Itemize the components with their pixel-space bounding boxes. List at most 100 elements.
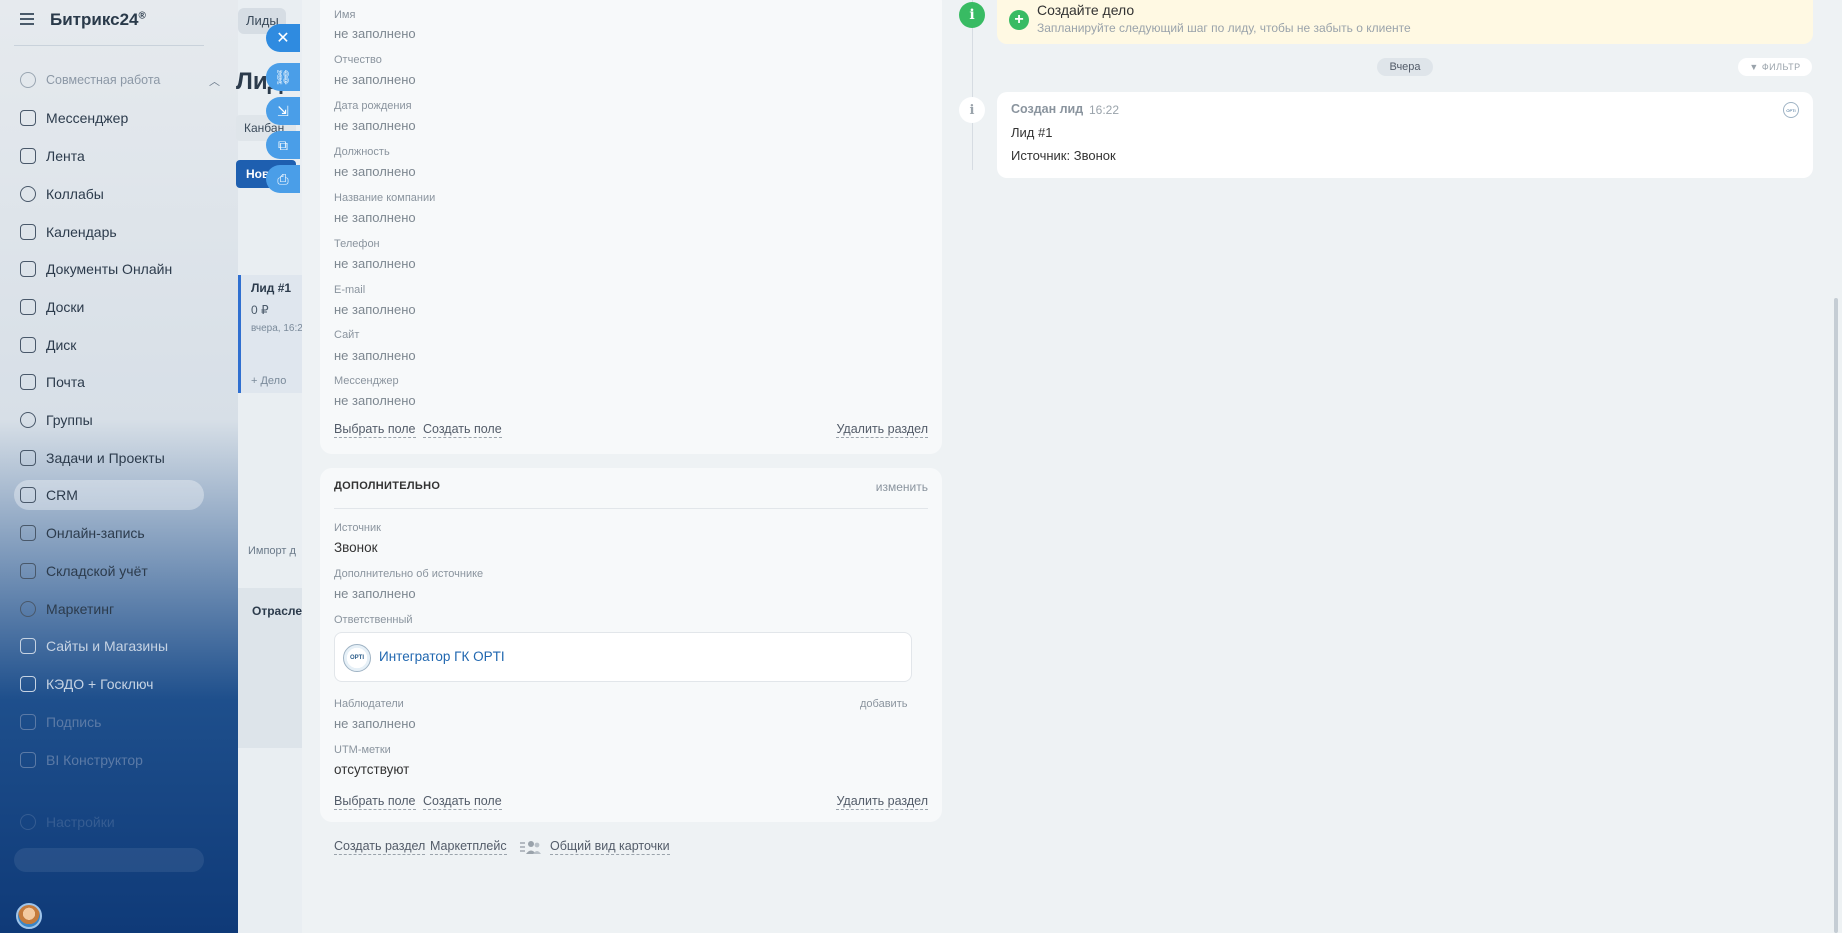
info-green-icon: i — [959, 2, 985, 28]
add-observer-link[interactable]: добавить — [860, 698, 907, 710]
sidebar-item-label: Онлайн-запись — [46, 525, 145, 541]
sidebar-item-feed[interactable]: Лента — [20, 144, 220, 168]
crm-icon — [20, 487, 36, 503]
sidebar-item-label: Коллабы — [46, 186, 104, 202]
sidebar-item-label: BI Конструктор — [46, 752, 143, 768]
field-value-patronymic[interactable]: не заполнено — [334, 72, 416, 87]
feed-icon — [20, 148, 36, 164]
section-edit-link[interactable]: изменить — [876, 480, 928, 494]
sidebar-item-settings[interactable]: Настройки — [20, 810, 220, 834]
sidebar-item-label: Подпись — [46, 714, 102, 730]
field-label-source: Источник — [334, 522, 381, 534]
timeline-filter-button[interactable]: ▼ ФИЛЬТР — [1738, 58, 1812, 76]
create-field-link[interactable]: Создать поле — [423, 794, 502, 810]
bg-industry-panel: Отрасле — [238, 588, 308, 748]
brand-name: Битрикс24 — [50, 10, 139, 29]
sidebar-item-mail[interactable]: Почта — [20, 370, 220, 394]
documents-icon — [20, 261, 36, 277]
field-value-site[interactable]: не заполнено — [334, 348, 416, 363]
responsible-name[interactable]: Интегратор ГК OPTI — [379, 649, 505, 664]
common-card-view-link[interactable]: Общий вид карточки — [550, 839, 670, 855]
field-label-position: Должность — [334, 146, 390, 158]
minimize-button[interactable]: ⇲ — [266, 97, 300, 125]
sidebar-item-label: Лента — [46, 148, 85, 164]
field-value-position[interactable]: не заполнено — [334, 164, 416, 179]
field-value-email[interactable]: не заполнено — [334, 302, 416, 317]
inventory-icon — [20, 563, 36, 579]
messenger-icon — [20, 110, 36, 126]
collabs-icon — [20, 186, 36, 202]
close-slider-button[interactable]: ✕ — [266, 24, 300, 52]
sidebar-item-disk[interactable]: Диск — [20, 333, 220, 357]
create-task-title[interactable]: Создайте дело — [1037, 2, 1134, 18]
field-value-birthdate[interactable]: не заполнено — [334, 118, 416, 133]
calendar-icon — [20, 224, 36, 240]
sidebar-item-label: Календарь — [46, 224, 117, 240]
field-value-company[interactable]: не заполнено — [334, 210, 416, 225]
field-label-utm: UTM-метки — [334, 744, 391, 756]
marketplace-link[interactable]: Маркетплейс — [430, 839, 507, 855]
delete-section-link[interactable]: Удалить раздел — [836, 794, 928, 810]
sidebar-item-documents[interactable]: Документы Онлайн — [20, 257, 220, 281]
sidebar-section-collab[interactable]: Совместная работа ︿ — [20, 68, 220, 92]
open-new-window-button[interactable]: ⧉ — [266, 131, 300, 159]
bg-card-add-task[interactable]: + Дело — [251, 375, 286, 387]
signature-icon — [20, 714, 36, 730]
sidebar-item-bi[interactable]: BI Конструктор — [20, 748, 220, 772]
event-author-logo: OPTI — [1786, 107, 1796, 113]
sidebar-header: Битрикс24® — [0, 0, 238, 42]
bi-icon — [20, 752, 36, 768]
print-button[interactable]: ⎙ — [266, 165, 300, 193]
sidebar-item-messenger[interactable]: Мессенджер — [20, 106, 220, 130]
link-icon: ⛓ — [274, 68, 292, 85]
copy-link-button[interactable]: ⛓ — [266, 63, 300, 91]
sidebar-bottom-pill[interactable] — [14, 848, 204, 872]
bg-import-text: Импорт д — [248, 545, 296, 557]
sidebar-item-label: CRM — [46, 487, 78, 503]
create-section-link[interactable]: Создать раздел — [334, 839, 426, 855]
sidebar-item-label: Почта — [46, 374, 85, 390]
sidebar-item-inventory[interactable]: Складской учёт — [20, 559, 220, 583]
sidebar-item-signature[interactable]: Подпись — [20, 710, 220, 734]
bg-card-date: вчера, 16:2 — [251, 323, 303, 334]
timeline-event-lead-created: Создан лид 16:22 Лид #1 Источник: Звонок… — [997, 92, 1813, 178]
bg-card-title: Лид #1 — [251, 281, 292, 295]
field-value-phone[interactable]: не заполнено — [334, 256, 416, 271]
sidebar-item-crm[interactable]: CRM — [14, 480, 204, 510]
sidebar-section-label: Совместная работа — [46, 73, 161, 87]
field-value-source[interactable]: Звонок — [334, 540, 378, 555]
create-task-hint: Запланируйте следующий шаг по лиду, чтоб… — [1037, 21, 1411, 35]
sidebar-item-marketing[interactable]: Маркетинг — [20, 597, 220, 621]
add-task-icon[interactable]: + — [1009, 10, 1029, 30]
responsible-user-box[interactable]: OPTI Интегратор ГК OPTI — [334, 632, 912, 682]
brand-logo[interactable]: Битрикс24® — [50, 10, 146, 30]
field-value-source-extra[interactable]: не заполнено — [334, 586, 416, 601]
responsible-avatar: OPTI — [343, 644, 371, 672]
field-value-messenger[interactable]: не заполнено — [334, 393, 416, 408]
select-field-link[interactable]: Выбрать поле — [334, 794, 416, 810]
marketing-icon — [20, 601, 36, 617]
sidebar-item-tasks[interactable]: Задачи и Проекты — [20, 446, 220, 470]
sidebar-item-booking[interactable]: Онлайн-запись — [20, 521, 220, 545]
field-value-observers[interactable]: не заполнено — [334, 716, 416, 731]
sidebar-item-calendar[interactable]: Календарь — [20, 220, 220, 244]
delete-section-link[interactable]: Удалить раздел — [836, 422, 928, 438]
bg-kanban-card[interactable]: Лид #1 0 ₽ вчера, 16:2 + Дело — [238, 275, 308, 393]
sidebar-item-kedo[interactable]: КЭДО + Госключ — [20, 672, 220, 696]
booking-icon — [20, 525, 36, 541]
user-avatar[interactable] — [16, 903, 42, 929]
left-sidebar: Битрикс24® Совместная работа ︿ Мессендже… — [0, 0, 238, 933]
slider-scrollbar[interactable] — [1834, 298, 1838, 933]
field-value-name[interactable]: не заполнено — [334, 26, 416, 41]
create-task-block[interactable]: + Создайте дело Запланируйте следующий ш… — [997, 0, 1813, 44]
sidebar-item-sites[interactable]: Сайты и Магазины — [20, 634, 220, 658]
sidebar-item-boards[interactable]: Доски — [20, 295, 220, 319]
event-author-avatar[interactable]: OPTI — [1783, 102, 1799, 118]
create-field-link[interactable]: Создать поле — [423, 422, 502, 438]
chevron-up-icon[interactable]: ︿ — [209, 73, 220, 89]
menu-burger-icon[interactable] — [20, 13, 34, 25]
select-field-link[interactable]: Выбрать поле — [334, 422, 416, 438]
sidebar-item-groups[interactable]: Группы — [20, 408, 220, 432]
field-label-messenger: Мессенджер — [334, 375, 399, 387]
sidebar-item-collabs[interactable]: Коллабы — [20, 182, 220, 206]
